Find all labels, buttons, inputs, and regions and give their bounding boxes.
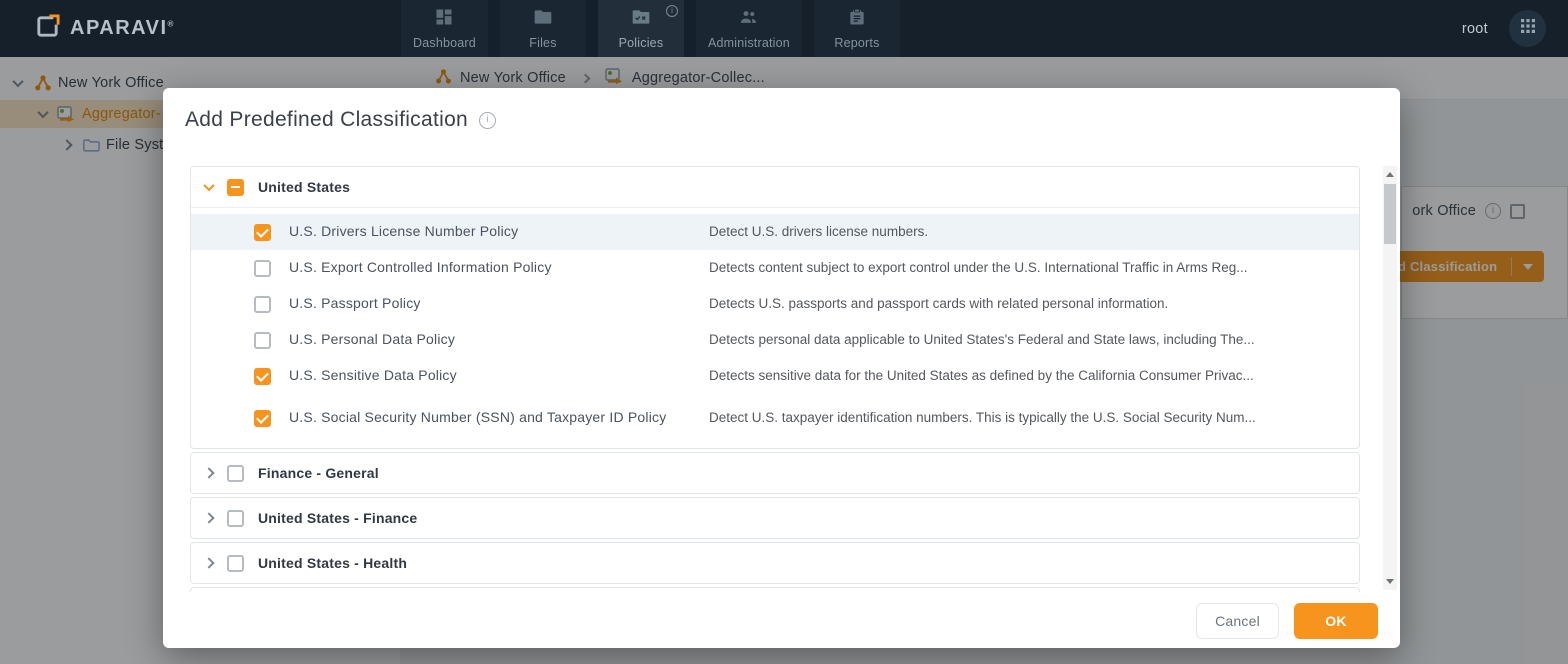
classification-group-us-health: United States - Health	[190, 542, 1360, 584]
tab-label: Administration	[707, 36, 790, 50]
policy-row-drivers-license[interactable]: U.S. Drivers License Number Policy Detec…	[191, 214, 1359, 250]
policy-description: Detects U.S. passports and passport card…	[709, 296, 1169, 312]
policy-checkbox-unchecked[interactable]	[254, 295, 271, 313]
policy-description: Detects personal data applicable to Unit…	[709, 332, 1255, 348]
classification-group-finance-general: Finance - General	[190, 452, 1360, 494]
tab-label: Files	[529, 36, 557, 50]
policy-row-passport[interactable]: U.S. Passport Policy Detects U.S. passpo…	[191, 286, 1359, 322]
group-header[interactable]: Finance - General	[191, 453, 1359, 493]
policy-checkbox-unchecked[interactable]	[254, 259, 271, 277]
policy-name: U.S. Export Controlled Information Polic…	[289, 259, 552, 276]
policy-checkbox-checked[interactable]	[254, 409, 271, 427]
policy-name: U.S. Sensitive Data Policy	[289, 367, 457, 384]
group-checkbox-unchecked[interactable]	[227, 554, 244, 572]
top-navbar: APARAVI® Dashboard Files Policie	[0, 0, 1568, 57]
chevron-down-icon[interactable]	[203, 179, 215, 192]
group-label: Finance - General	[258, 465, 379, 481]
tab-files[interactable]: Files	[499, 0, 586, 57]
clipboard-icon	[847, 7, 867, 32]
apps-menu-button[interactable]	[1509, 10, 1546, 47]
user-label[interactable]: root	[1462, 0, 1488, 57]
policy-row-export-controlled[interactable]: U.S. Export Controlled Information Polic…	[191, 250, 1359, 286]
apps-grid-icon	[1520, 18, 1536, 39]
scrollbar-thumb[interactable]	[1384, 184, 1396, 244]
group-header[interactable]: United States - Health	[191, 543, 1359, 583]
policy-name: U.S. Social Security Number (SSN) and Ta…	[289, 409, 667, 426]
policy-description: Detects sensitive data for the United St…	[709, 368, 1254, 384]
scroll-up-arrow[interactable]	[1386, 172, 1394, 177]
classification-group-us-government: United States - Government	[190, 587, 1360, 592]
group-checkbox-indeterminate[interactable]	[227, 178, 244, 196]
info-icon[interactable]	[479, 111, 497, 129]
aparavi-logo-icon	[34, 13, 61, 45]
policy-checkbox-checked[interactable]	[254, 223, 271, 241]
modal-scrollbar[interactable]	[1383, 166, 1397, 590]
policies-folder-icon	[631, 7, 651, 32]
info-icon[interactable]	[665, 5, 678, 17]
policy-checkbox-unchecked[interactable]	[254, 331, 271, 349]
brand-name: APARAVI®	[70, 17, 174, 39]
chevron-right-icon[interactable]	[203, 467, 215, 479]
primary-nav: Dashboard Files Policies	[401, 0, 900, 57]
chevron-right-icon[interactable]	[203, 512, 215, 524]
policy-checkbox-checked[interactable]	[254, 367, 271, 385]
tab-reports[interactable]: Reports	[813, 0, 900, 57]
group-label: United States	[258, 179, 351, 195]
classification-list: United States U.S. Drivers License Numbe…	[190, 166, 1360, 592]
dialog-title: Add Predefined Classification	[185, 108, 469, 131]
ok-button[interactable]: OK	[1294, 603, 1378, 639]
policy-row-personal-data[interactable]: U.S. Personal Data Policy Detects person…	[191, 322, 1359, 358]
group-checkbox-unchecked[interactable]	[227, 509, 244, 527]
chevron-right-icon[interactable]	[203, 557, 215, 569]
classification-group-us-finance: United States - Finance	[190, 497, 1360, 539]
people-icon	[738, 7, 759, 32]
add-predefined-classification-dialog: Add Predefined Classification United Sta…	[163, 88, 1400, 648]
tab-label: Dashboard	[413, 36, 476, 50]
group-label: United States - Health	[258, 555, 408, 571]
policy-row-ssn-taxpayer[interactable]: U.S. Social Security Number (SSN) and Ta…	[191, 394, 1359, 442]
policy-name: U.S. Drivers License Number Policy	[289, 223, 519, 240]
group-label: United States - Finance	[258, 510, 418, 526]
policy-name: U.S. Passport Policy	[289, 295, 421, 312]
classification-group-united-states: United States U.S. Drivers License Numbe…	[190, 166, 1360, 449]
tab-administration[interactable]: Administration	[695, 0, 802, 57]
registered-mark: ®	[167, 19, 174, 29]
scroll-down-arrow[interactable]	[1386, 579, 1394, 584]
tab-label: Policies	[618, 36, 664, 50]
group-checkbox-unchecked[interactable]	[227, 464, 244, 482]
group-header[interactable]: United States	[191, 167, 1359, 207]
aparavi-logo[interactable]: APARAVI®	[34, 0, 173, 57]
group-header[interactable]: United States - Finance	[191, 498, 1359, 538]
folder-icon	[533, 7, 553, 32]
policy-description: Detects content subject to export contro…	[709, 260, 1248, 276]
group-children: U.S. Drivers License Number Policy Detec…	[191, 207, 1359, 448]
cancel-button[interactable]: Cancel	[1196, 603, 1279, 639]
policy-name: U.S. Personal Data Policy	[289, 331, 456, 348]
dashboard-grid-icon	[434, 7, 454, 32]
policy-description: Detect U.S. drivers license numbers.	[709, 224, 929, 240]
policy-description: Detect U.S. taxpayer identification numb…	[709, 410, 1256, 426]
tab-policies[interactable]: Policies	[597, 0, 684, 57]
policy-row-sensitive-data[interactable]: U.S. Sensitive Data Policy Detects sensi…	[191, 358, 1359, 394]
tab-dashboard[interactable]: Dashboard	[401, 0, 488, 57]
tab-label: Reports	[834, 36, 880, 50]
group-header[interactable]: United States - Government	[191, 588, 1359, 592]
